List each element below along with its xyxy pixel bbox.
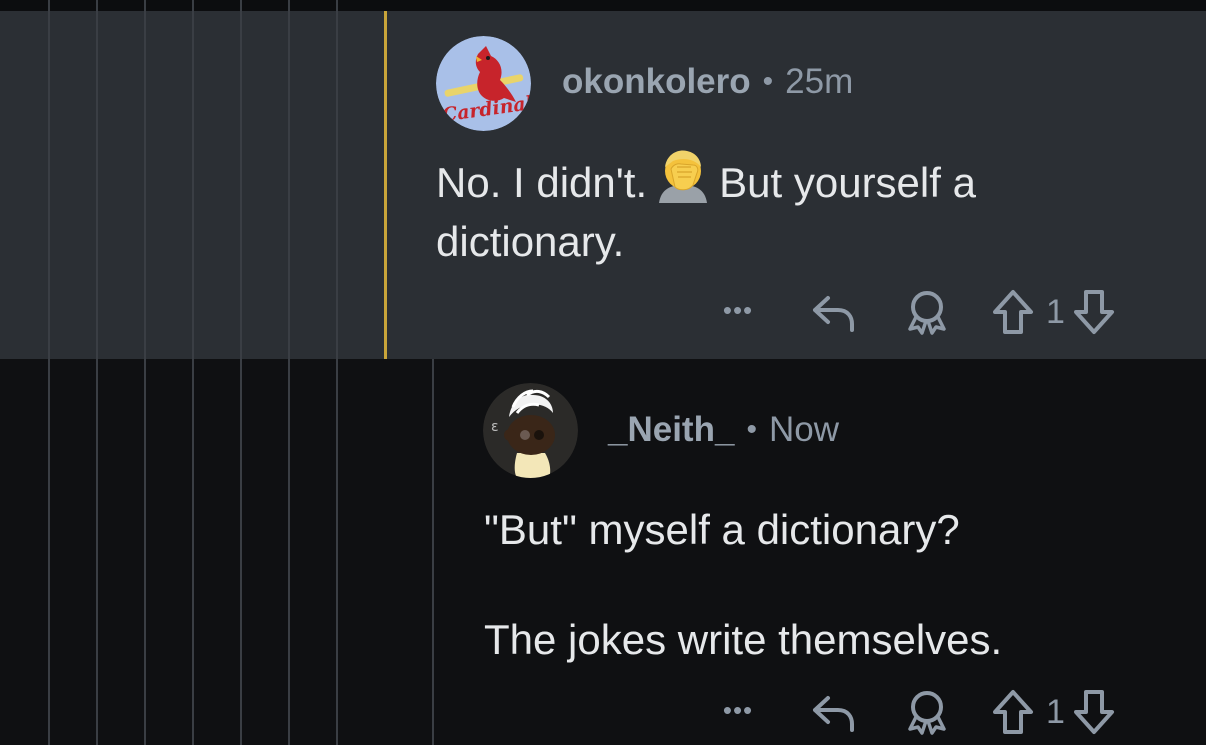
thread-line[interactable] — [96, 0, 98, 745]
award-button[interactable] — [902, 289, 952, 335]
thread-line[interactable] — [336, 0, 338, 745]
comment-actions: ••• 1 — [716, 688, 1117, 736]
reply-button[interactable] — [806, 690, 862, 734]
cardinals-avatar-icon: Cardinals — [436, 36, 531, 131]
comment-text: But yourself a — [719, 159, 976, 206]
thread-line[interactable] — [48, 0, 50, 745]
upvote-arrow-icon — [993, 690, 1033, 734]
separator-dot: • — [746, 413, 757, 446]
comment-actions: ••• 1 — [716, 288, 1117, 336]
username[interactable]: okonkolero — [562, 62, 751, 102]
thread-line[interactable] — [144, 0, 146, 745]
more-options-button[interactable]: ••• — [716, 695, 760, 726]
reply-icon — [813, 296, 854, 332]
upvote-button[interactable] — [990, 688, 1036, 736]
snoo-avatar-icon: ε — [483, 383, 578, 478]
avatar[interactable]: ε — [483, 383, 578, 478]
timestamp: 25m — [785, 62, 854, 101]
separator-dot: • — [762, 65, 774, 98]
timestamp: Now — [768, 410, 839, 449]
thread-line[interactable] — [240, 0, 242, 745]
comment-line: dictionary. — [436, 217, 625, 265]
comment-meta: okonkolero • 25m — [562, 62, 853, 102]
comment-line: No. I didn't. But yourself a — [436, 150, 1136, 215]
downvote-button[interactable] — [1071, 688, 1117, 736]
upvote-button[interactable] — [990, 288, 1036, 336]
svg-text:ε: ε — [491, 419, 499, 435]
comment-text: No. I didn't. — [436, 159, 648, 206]
highlight-accent-line — [384, 11, 387, 359]
reply-icon — [813, 696, 854, 732]
more-options-button[interactable]: ••• — [716, 295, 760, 326]
comment-body: "But" myself a dictionary? The jokes wri… — [484, 503, 1184, 666]
comment-thread: Cardinals okonkolero • 25m No. I didn't.… — [0, 0, 1206, 745]
award-icon — [908, 691, 946, 735]
upvote-arrow-icon — [993, 290, 1033, 334]
thread-line[interactable] — [192, 0, 194, 745]
avatar[interactable]: Cardinals — [436, 36, 531, 131]
downvote-arrow-icon — [1073, 290, 1114, 334]
face-palm-emoji — [653, 147, 713, 215]
downvote-arrow-icon — [1073, 690, 1114, 734]
award-icon — [908, 291, 946, 335]
vote-score: 1 — [1046, 692, 1065, 731]
comment-paragraph: The jokes write themselves. — [484, 616, 1003, 663]
reply-button[interactable] — [806, 290, 862, 334]
award-button[interactable] — [902, 689, 952, 735]
vote-score: 1 — [1046, 292, 1065, 331]
comment-paragraph: "But" myself a dictionary? — [484, 506, 960, 553]
face-palm-icon — [659, 150, 708, 203]
thread-line[interactable] — [288, 0, 290, 745]
comment-meta: _Neith_ • Now — [608, 410, 839, 450]
username[interactable]: _Neith_ — [608, 410, 734, 450]
reply-thread-line[interactable] — [432, 359, 434, 745]
comment-body: No. I didn't. But yourself a dictionary. — [436, 150, 1136, 268]
downvote-button[interactable] — [1071, 288, 1117, 336]
top-strip — [0, 0, 1206, 11]
